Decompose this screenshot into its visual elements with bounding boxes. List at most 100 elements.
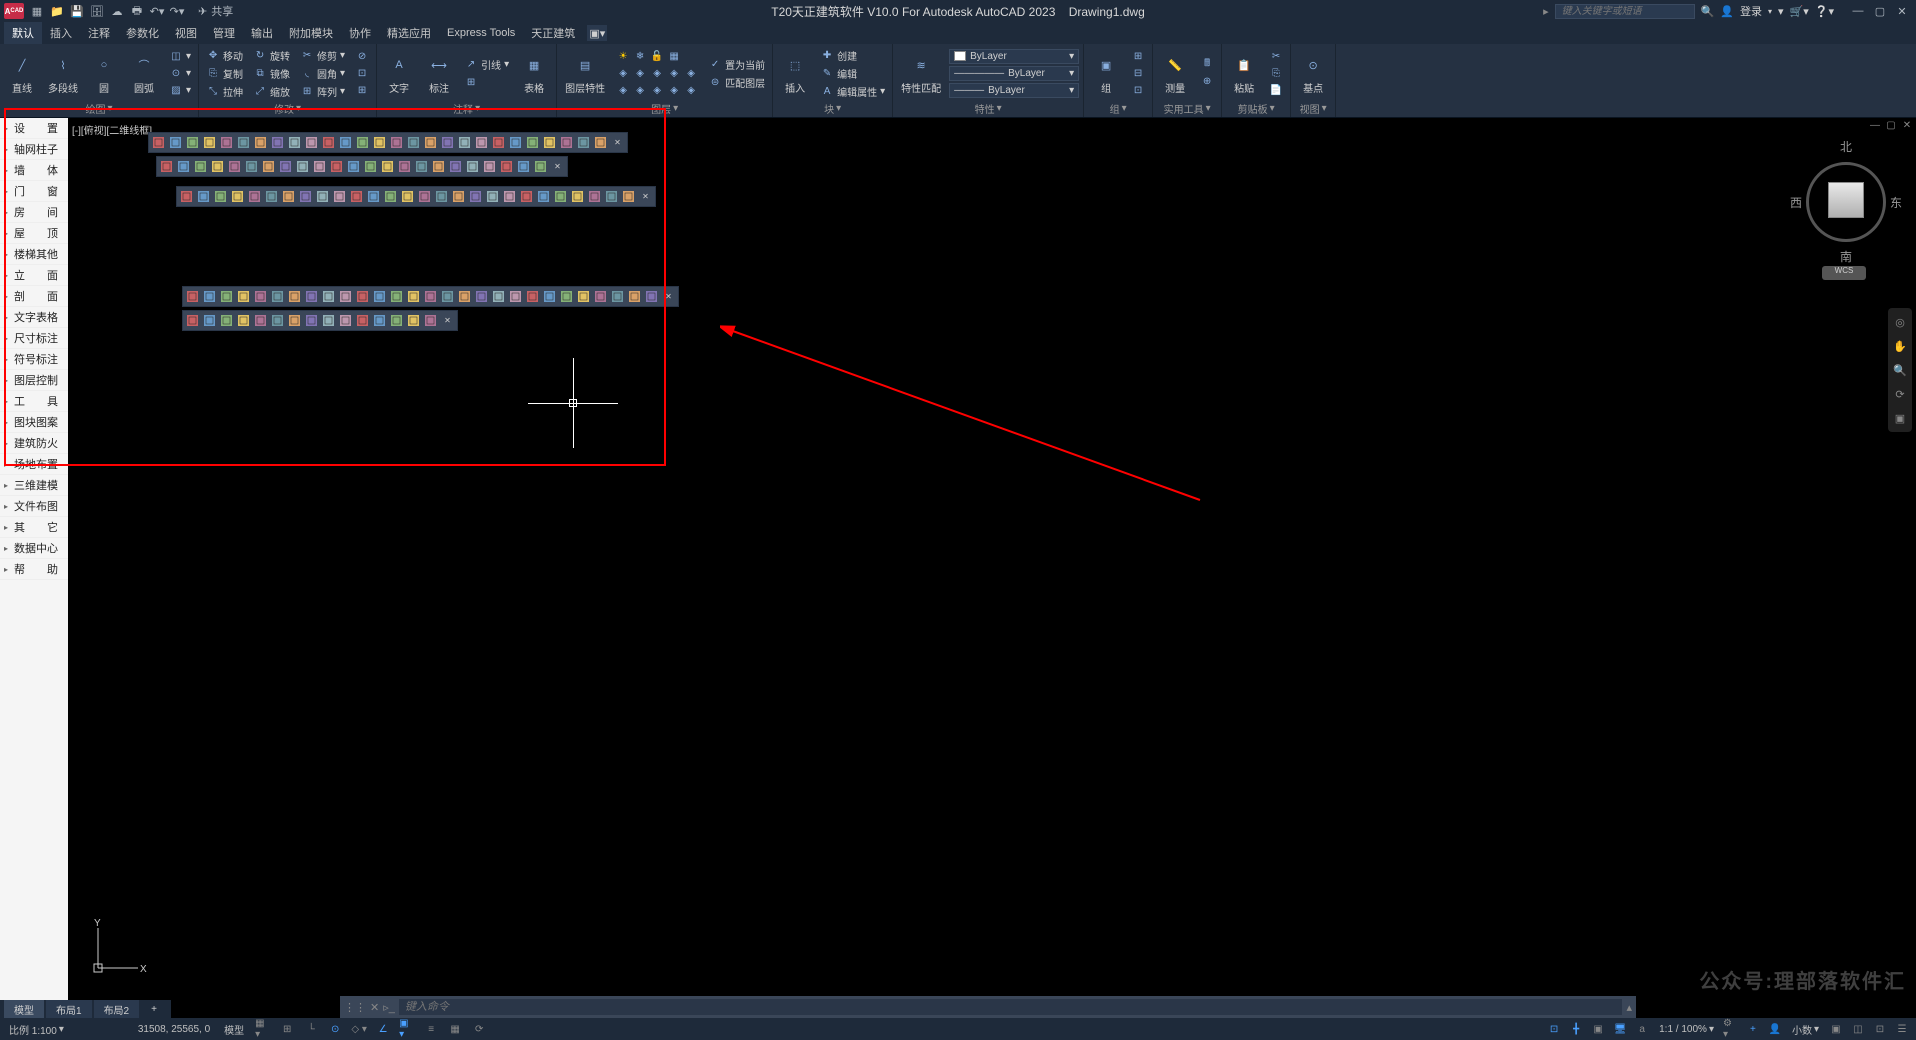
floating-toolbar-3[interactable]: ✕ [176, 186, 656, 207]
sidebar-item[interactable]: ▸楼梯其他 [0, 244, 68, 265]
linetype-dropdown[interactable]: ———ByLayer▾ [949, 83, 1079, 98]
sidebar-item[interactable]: ▸门 窗 [0, 181, 68, 202]
toolbar-button[interactable] [620, 188, 637, 205]
toolbar-button[interactable] [354, 288, 371, 305]
sidebar-item[interactable]: ▸图层控制 [0, 370, 68, 391]
sidebar-item[interactable]: ▸其 它 [0, 517, 68, 538]
command-input[interactable] [399, 999, 1623, 1015]
ortho-toggle-icon[interactable]: └ [303, 1021, 319, 1037]
floating-toolbar-5[interactable]: ✕ [182, 310, 458, 331]
toolbar-button[interactable] [558, 134, 575, 151]
qat-undo-icon[interactable]: ↶▾ [148, 2, 166, 20]
sidebar-item[interactable]: ▸帮 助 [0, 559, 68, 580]
toolbar-button[interactable] [320, 312, 337, 329]
toolbar-button[interactable] [269, 288, 286, 305]
toolbar-close-icon[interactable]: ✕ [660, 288, 677, 305]
toolbar-button[interactable] [507, 134, 524, 151]
block-create-button[interactable]: ✚创建 [817, 47, 888, 64]
cmdline-expand-icon[interactable]: ▴ [1626, 1001, 1632, 1014]
toolbar-button[interactable] [603, 188, 620, 205]
toolbar-button[interactable] [365, 188, 382, 205]
status-plus-icon[interactable]: + [1745, 1021, 1761, 1037]
login-label[interactable]: 登录 [1740, 3, 1762, 19]
sidebar-item[interactable]: ▸立 面 [0, 265, 68, 286]
nav-pan-icon[interactable]: ✋ [1890, 336, 1910, 356]
toolbar-button[interactable] [532, 158, 549, 175]
toolbar-button[interactable] [320, 288, 337, 305]
toolbar-button[interactable] [201, 134, 218, 151]
toolbar-button[interactable] [337, 134, 354, 151]
tab-output[interactable]: 输出 [243, 22, 281, 44]
sidebar-item[interactable]: ▸工 具 [0, 391, 68, 412]
status-model-button[interactable]: 模型 [221, 1022, 247, 1037]
block-edit-button[interactable]: ✎编辑 [817, 65, 888, 82]
toolbar-button[interactable] [413, 158, 430, 175]
toolbar-button[interactable] [518, 188, 535, 205]
compass-east[interactable]: 东 [1890, 194, 1902, 211]
toolbar-button[interactable] [515, 158, 532, 175]
status-misc-5-icon[interactable]: a [1634, 1021, 1650, 1037]
status-menu-icon[interactable]: ☰ [1894, 1021, 1910, 1037]
toolbar-button[interactable] [252, 134, 269, 151]
toolbar-button[interactable] [209, 158, 226, 175]
toolbar-button[interactable] [473, 288, 490, 305]
cycle-icon[interactable]: ⟳ [471, 1021, 487, 1037]
toolbar-button[interactable] [243, 158, 260, 175]
cut-button[interactable]: ✂ [1266, 48, 1286, 64]
sidebar-item[interactable]: ▸图块图案 [0, 412, 68, 433]
toolbar-button[interactable] [524, 288, 541, 305]
tab-express[interactable]: Express Tools [439, 24, 523, 42]
block-insert-button[interactable]: ⬚插入 [777, 49, 813, 97]
qat-redo-icon[interactable]: ↷▾ [168, 2, 186, 20]
status-misc-4-icon[interactable]: 🖥 [1612, 1021, 1628, 1037]
help-icon[interactable]: ❔▾ [1815, 5, 1834, 18]
cmdline-handle-icon[interactable]: ⋮⋮ [344, 1001, 366, 1014]
toolbar-button[interactable] [405, 134, 422, 151]
toolbar-button[interactable] [433, 188, 450, 205]
compass-north[interactable]: 北 [1840, 138, 1852, 155]
toolbar-button[interactable] [331, 188, 348, 205]
qat-saveas-icon[interactable]: 🗄 [88, 2, 106, 20]
toolbar-button[interactable] [388, 312, 405, 329]
sidebar-item[interactable]: ▸房 间 [0, 202, 68, 223]
toolbar-button[interactable] [235, 134, 252, 151]
login-dropdown-icon[interactable]: ▾ [1768, 7, 1772, 16]
status-scale[interactable]: 比例 1:100 ▾ [6, 1022, 67, 1037]
cart-icon[interactable]: 🛒▾ [1790, 5, 1809, 18]
toolbar-button[interactable] [362, 158, 379, 175]
toolbar-button[interactable] [175, 158, 192, 175]
layer-props-button[interactable]: ▤图层特性 [561, 49, 609, 97]
view-cube[interactable]: 北 西 东 南 WCS [1796, 138, 1896, 258]
toolbar-button[interactable] [252, 312, 269, 329]
toolbar-button[interactable] [484, 188, 501, 205]
vp-close-icon[interactable]: ✕ [1900, 120, 1914, 134]
sidebar-item[interactable]: ▸建筑防火 [0, 433, 68, 454]
toolbar-button[interactable] [535, 188, 552, 205]
lineweight-dropdown[interactable]: —————ByLayer▾ [949, 66, 1079, 81]
tab-parametric[interactable]: 参数化 [118, 22, 167, 44]
tab-featured[interactable]: 精选应用 [379, 22, 439, 44]
polyline-button[interactable]: ⌇多段线 [44, 49, 82, 97]
layer-state-1[interactable]: ☀❄🔓▦ [613, 48, 701, 64]
toolbar-button[interactable] [246, 188, 263, 205]
toolbar-button[interactable] [575, 134, 592, 151]
toolbar-button[interactable] [260, 158, 277, 175]
tab-add[interactable]: + [141, 1002, 167, 1017]
vp-minimize-icon[interactable]: — [1868, 120, 1882, 134]
toolbar-button[interactable] [456, 288, 473, 305]
group-misc-2[interactable]: ⊟ [1128, 65, 1148, 81]
qat-open-icon[interactable]: 📁 [48, 2, 66, 20]
toolbar-button[interactable] [430, 158, 447, 175]
viewcube-top[interactable] [1828, 182, 1864, 218]
search-input[interactable] [1555, 4, 1695, 19]
search-icon[interactable]: 🔍 [1701, 5, 1715, 18]
toolbar-button[interactable] [286, 312, 303, 329]
modify-misc-2[interactable]: ⊡ [352, 65, 372, 81]
app-exchange-icon[interactable]: ▾ [1778, 5, 1784, 18]
toolbar-button[interactable] [464, 158, 481, 175]
sidebar-item[interactable]: ▸文件布图 [0, 496, 68, 517]
toolbar-button[interactable] [592, 288, 609, 305]
tab-insert[interactable]: 插入 [42, 22, 80, 44]
close-button[interactable]: ✕ [1892, 2, 1912, 20]
toolbar-button[interactable] [277, 158, 294, 175]
